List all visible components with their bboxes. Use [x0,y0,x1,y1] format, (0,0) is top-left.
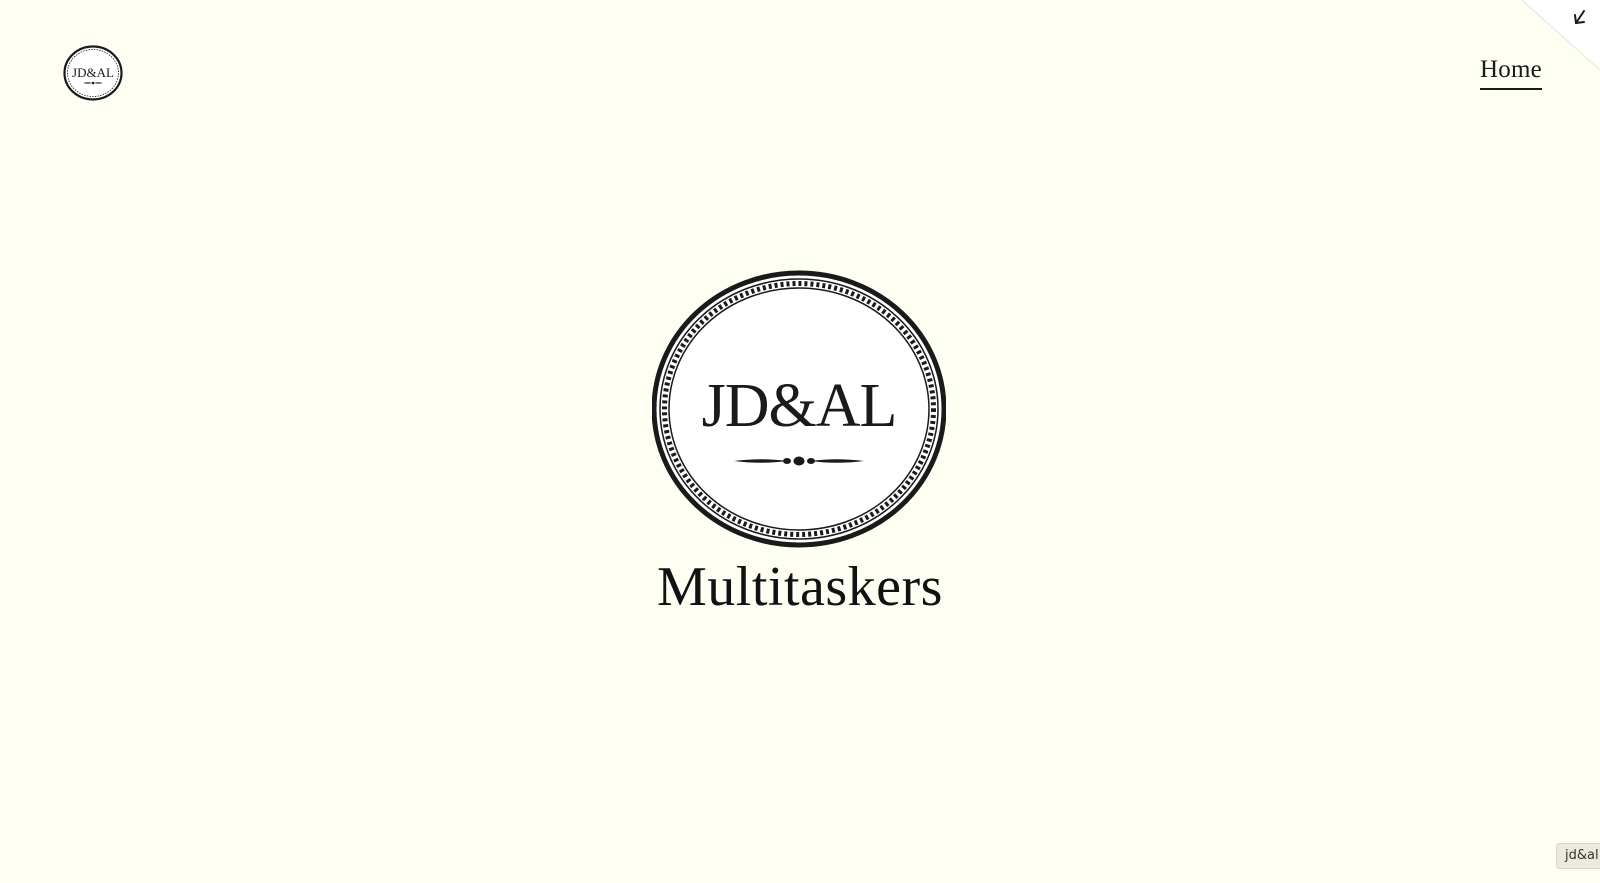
site-badge[interactable]: jd&al [1556,843,1600,869]
header-logo-text: JD&AL [72,65,114,80]
hero-emblem-text: JD&AL [702,372,897,440]
logo-emblem-icon: JD&AL [63,45,123,101]
page: JD&AL Home JD&AL Multitaskers jd&al [0,0,1600,883]
corner-collapse-button[interactable] [1522,0,1600,70]
arrow-down-left-icon [1522,0,1600,70]
emblem-seal-icon: JD&AL [652,270,946,548]
header-logo[interactable]: JD&AL [63,45,123,101]
hero-emblem: JD&AL [652,270,946,548]
hero-title: Multitaskers [657,556,943,618]
